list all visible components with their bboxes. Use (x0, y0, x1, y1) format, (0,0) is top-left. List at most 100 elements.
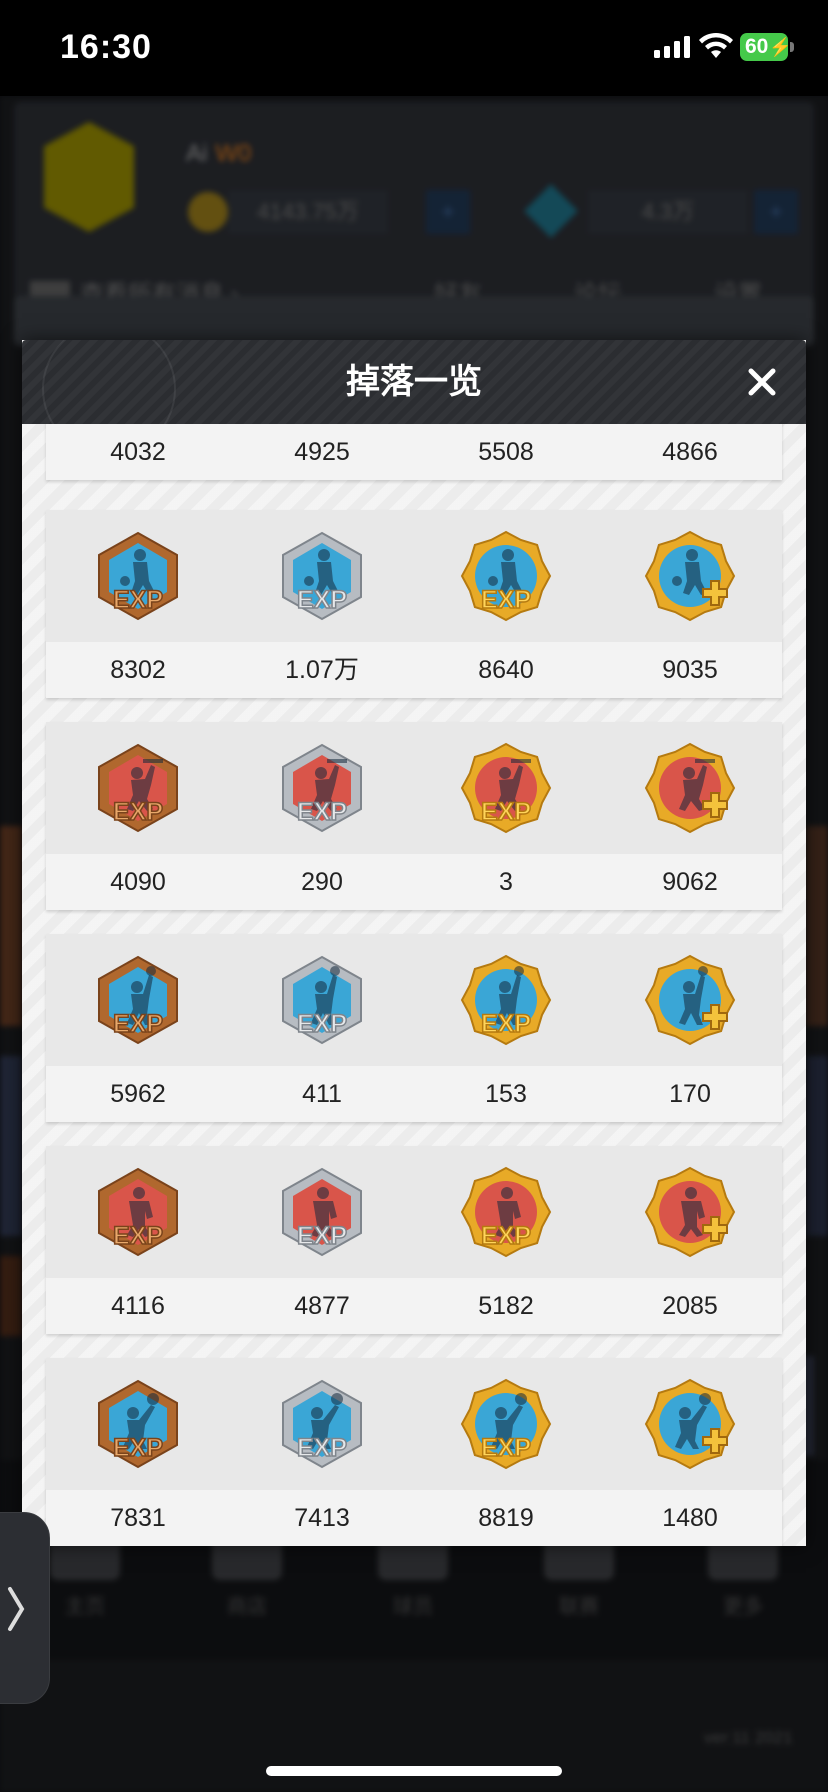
gold-amount: 4143.75万 (228, 190, 388, 234)
clock: 16:30 (60, 28, 152, 66)
drop-item[interactable]: EXP (230, 934, 414, 1066)
drop-count: 153 (485, 1080, 527, 1108)
drop-item[interactable]: EXP (46, 1146, 230, 1278)
svg-text:EXP: EXP (481, 798, 531, 826)
version-label: ver:11 2021 (704, 1728, 793, 1747)
nav-home-label: 主页 (65, 1596, 105, 1618)
background-banner (14, 296, 814, 346)
svg-text:EXP: EXP (113, 1222, 163, 1250)
background-card-left-2 (0, 1056, 22, 1236)
drop-card-partial: 4032 4925 5508 4866 (46, 424, 782, 480)
exp-medal-gold-icon: EXP (460, 954, 552, 1046)
drop-count: 9035 (662, 656, 718, 684)
drop-count: 9062 (662, 868, 718, 896)
modal-header: 掉落一览 (22, 340, 806, 456)
drop-item[interactable] (598, 1358, 782, 1490)
drop-item[interactable] (598, 1146, 782, 1278)
exp-medal-gold-icon: EXP (460, 1378, 552, 1470)
drop-item[interactable]: EXP (46, 1358, 230, 1490)
drop-count: 1480 (662, 1504, 718, 1532)
drop-count: 7831 (110, 1504, 166, 1532)
exp-medal-silver-icon: EXP (282, 1379, 362, 1469)
background-card-right (806, 826, 828, 1026)
side-drawer-handle[interactable] (0, 1512, 50, 1704)
svg-text:EXP: EXP (481, 1222, 531, 1250)
home-indicator (266, 1766, 562, 1776)
attribute-plus-medal-icon (644, 1166, 736, 1258)
exp-medal-silver-icon: EXP (282, 955, 362, 1045)
drop-item[interactable] (598, 934, 782, 1066)
modal-title: 掉落一览 (346, 363, 482, 401)
drop-item[interactable]: EXP (414, 1146, 598, 1278)
exp-medal-bronze-icon: EXP (98, 531, 178, 621)
nav-store-label: 商店 (227, 1596, 267, 1618)
drop-card: EXP EXP EXP 4116 4877 5182 2085 (46, 1146, 782, 1334)
drop-count: 170 (669, 1080, 711, 1108)
drop-count: 8819 (478, 1504, 534, 1532)
drop-icons-row: EXP EXP EXP (46, 934, 782, 1066)
attribute-plus-medal-icon (644, 1378, 736, 1470)
svg-text:EXP: EXP (113, 1434, 163, 1462)
svg-text:EXP: EXP (481, 1434, 531, 1462)
drop-item[interactable] (598, 722, 782, 854)
drop-count: 4032 (110, 438, 166, 466)
drop-item[interactable]: EXP (414, 934, 598, 1066)
drop-count: 5508 (478, 438, 534, 466)
drop-item[interactable]: EXP (46, 934, 230, 1066)
attribute-plus-medal-icon (644, 954, 736, 1046)
add-gold-button[interactable]: + (426, 190, 470, 234)
drop-icons-row: EXP EXP EXP (46, 1358, 782, 1490)
drop-item[interactable]: EXP (414, 510, 598, 642)
team-badge-icon (44, 122, 134, 232)
drop-count: 8302 (110, 656, 166, 684)
drop-icons-row: EXP EXP EXP (46, 1146, 782, 1278)
drop-item[interactable]: EXP (414, 722, 598, 854)
drop-values-row: 4116 4877 5182 2085 (46, 1278, 782, 1334)
nav-more-label: 更多 (723, 1596, 763, 1618)
drop-count: 2085 (662, 1292, 718, 1320)
drop-item[interactable]: EXP (46, 510, 230, 642)
drop-list-modal: 掉落一览 4032 4925 5508 4866 EXP EXP EXP 8302 1.… (22, 340, 806, 1546)
exp-medal-bronze-icon: EXP (98, 955, 178, 1045)
drop-card: EXP EXP EXP 7831 7413 8819 1480 (46, 1358, 782, 1546)
wifi-icon (699, 32, 733, 58)
drop-item[interactable]: EXP (230, 1146, 414, 1278)
svg-text:EXP: EXP (297, 1222, 347, 1250)
exp-medal-silver-icon: EXP (282, 743, 362, 833)
svg-text:EXP: EXP (113, 586, 163, 614)
exp-medal-gold-icon: EXP (460, 1166, 552, 1258)
coin-icon (188, 192, 228, 232)
drop-values-row: 4090 290 3 9062 (46, 854, 782, 910)
gem-amount: 4.3万 (588, 190, 748, 234)
exp-medal-gold-icon: EXP (460, 530, 552, 622)
drop-list-scroll-area[interactable]: 4032 4925 5508 4866 EXP EXP EXP 8302 1.07万 86… (22, 424, 806, 1546)
svg-text:EXP: EXP (297, 586, 347, 614)
drop-item[interactable] (598, 510, 782, 642)
battery-indicator: 60 ⚡ (740, 33, 792, 61)
svg-text:EXP: EXP (481, 1010, 531, 1038)
drop-card: EXP EXP EXP 5962 411 153 170 (46, 934, 782, 1122)
add-gems-button[interactable]: + (754, 190, 798, 234)
drop-item[interactable]: EXP (46, 722, 230, 854)
vip-level: W0 (215, 140, 252, 167)
chevron-right-icon (8, 1587, 25, 1631)
drop-item[interactable]: EXP (230, 510, 414, 642)
attribute-plus-medal-icon (644, 742, 736, 834)
drop-count: 4925 (294, 438, 350, 466)
drop-count: 5962 (110, 1080, 166, 1108)
profile-header: Ai W0 4143.75万 + 4.3万 + 查看所有消息 › 好友 论坛 设置 (14, 102, 814, 312)
drop-icons-row: EXP EXP EXP (46, 722, 782, 854)
drop-item[interactable]: EXP (414, 1358, 598, 1490)
drop-item[interactable]: EXP (230, 1358, 414, 1490)
exp-medal-bronze-icon: EXP (98, 1379, 178, 1469)
background-card-left (0, 826, 22, 1026)
drop-values-row: 5962 411 153 170 (46, 1066, 782, 1122)
svg-text:EXP: EXP (297, 798, 347, 826)
charging-bolt-icon: ⚡ (769, 36, 792, 57)
username: Ai (186, 140, 208, 167)
drop-item[interactable]: EXP (230, 722, 414, 854)
drop-count: 1.07万 (285, 656, 359, 684)
exp-medal-silver-icon: EXP (282, 531, 362, 621)
close-button[interactable] (738, 358, 786, 406)
svg-text:EXP: EXP (113, 798, 163, 826)
